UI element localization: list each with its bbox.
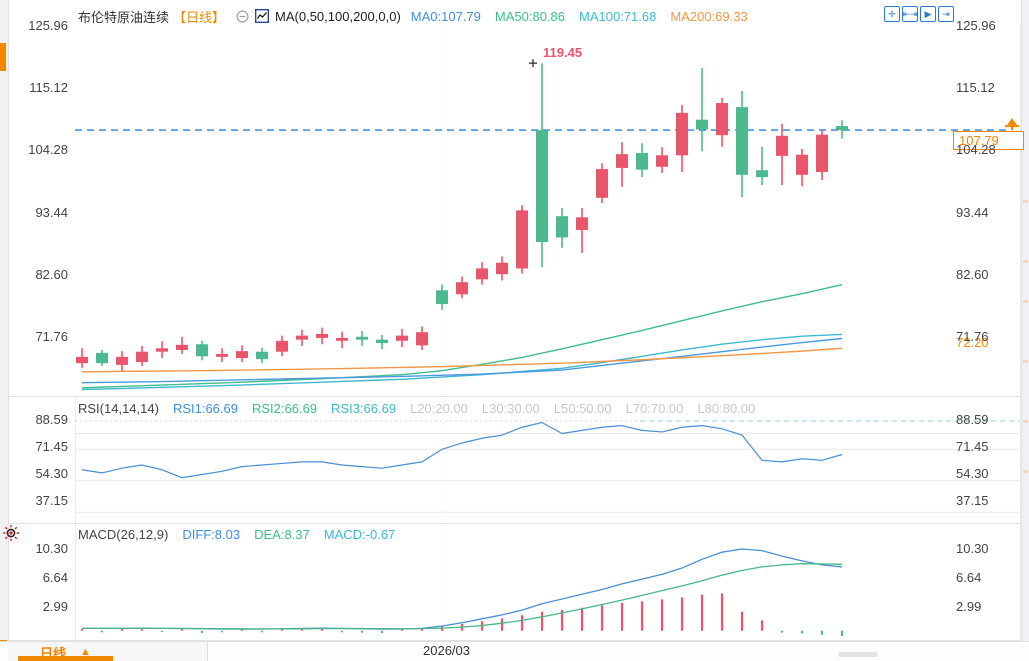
rsi-level[interactable]: L70:70.00	[626, 401, 684, 416]
rsi-level[interactable]: L30:30.00	[482, 401, 540, 416]
y-axis-label: 6.64	[10, 571, 68, 585]
y-axis-label: 88.59	[956, 413, 989, 427]
minimap-tick	[1023, 200, 1028, 203]
y-axis-label: 54.30	[956, 467, 989, 481]
minimap-tick	[1023, 260, 1028, 263]
rsi-levels: L20:20.00 L30:30.00 L50:50.00 L70:70.00 L80:…	[410, 401, 755, 416]
y-axis-label: 2.99	[10, 600, 68, 614]
ma-value[interactable]: MA100:71.68	[579, 9, 656, 24]
chart-canvas[interactable]	[0, 0, 1029, 661]
minimap-tick	[1023, 420, 1028, 423]
rsi-value[interactable]: RSI3:66.69	[331, 401, 396, 416]
y-axis-label: 82.60	[956, 268, 989, 282]
ma-value[interactable]: MA50:80.86	[495, 9, 565, 24]
left-scrollbar[interactable]	[0, 0, 9, 661]
ma-formula[interactable]: MA(0,50,100,200,0,0)	[275, 9, 401, 24]
y-axis-label: 10.30	[10, 542, 68, 556]
chart-toolbar: ✛⇤⇥▶⇥	[884, 6, 954, 22]
fit-horizontal-icon[interactable]: ⇤⇥	[902, 6, 918, 22]
left-scrollbar-thumb[interactable]	[0, 43, 6, 71]
ma-values: MA0:107.79 MA50:80.86 MA100:71.68 MA200:69.…	[411, 9, 748, 24]
rsi-title[interactable]: RSI(14,14,14)	[78, 401, 159, 416]
period-active-underline	[18, 656, 113, 661]
macd-title[interactable]: MACD(26,12,9)	[78, 527, 168, 542]
y-axis-label: 6.64	[956, 571, 981, 585]
y-axis-label: 37.15	[956, 494, 989, 508]
y-axis-label: 37.15	[10, 494, 68, 508]
minimap-tick	[1023, 470, 1028, 473]
y-axis-label: 54.30	[10, 467, 68, 481]
macd-values: DIFF:8.03 DEA:8.37 MACD:-0.67	[182, 527, 395, 542]
scroll-play-icon[interactable]: ▶	[920, 6, 936, 22]
chart-style-icon[interactable]	[255, 9, 269, 23]
indicator-settings-icon[interactable]	[2, 524, 20, 542]
y-axis-label: 71.45	[10, 440, 68, 454]
y-axis-label: 93.44	[956, 206, 989, 220]
y-axis-label: 104.28	[10, 143, 68, 157]
rsi-value[interactable]: RSI1:66.69	[173, 401, 238, 416]
y-axis-label: 82.60	[10, 268, 68, 282]
ma-value[interactable]: MA0:107.79	[411, 9, 481, 24]
horizontal-scrollbar-thumb[interactable]	[838, 652, 878, 657]
y-axis-label: 104.28	[956, 143, 996, 157]
symbol-name[interactable]: 布伦特原油连续	[78, 7, 169, 26]
y-axis-label: 71.76	[956, 330, 989, 344]
y-axis-label: 71.76	[10, 330, 68, 344]
y-axis-label: 71.45	[956, 440, 989, 454]
right-scrollbar[interactable]	[1021, 0, 1029, 661]
crosshair-pan-icon[interactable]: ✛	[884, 6, 900, 22]
rsi-header: RSI(14,14,14) RSI1:66.69 RSI2:66.69 RSI3:6…	[78, 401, 755, 416]
macd-value[interactable]: DIFF:8.03	[182, 527, 240, 542]
ma-value[interactable]: MA200:69.33	[670, 9, 747, 24]
macd-header: MACD(26,12,9) DIFF:8.03 DEA:8.37 MACD:-0.6…	[78, 527, 395, 542]
chart-header: 布伦特原油连续 【日线】 MA(0,50,100,200,0,0) MA0:10…	[78, 7, 748, 25]
y-axis-label: 2.99	[956, 600, 981, 614]
rsi-values: RSI1:66.69 RSI2:66.69 RSI3:66.69	[173, 401, 396, 416]
y-axis-label: 93.44	[10, 206, 68, 220]
y-axis-label: 125.96	[10, 19, 68, 33]
rsi-level[interactable]: L20:20.00	[410, 401, 468, 416]
y-axis-label: 88.59	[10, 413, 68, 427]
high-price-annotation: 119.45	[543, 45, 582, 60]
date-axis-bar: 日线 ▲	[0, 641, 1029, 661]
rsi-level[interactable]: L50:50.00	[554, 401, 612, 416]
collapse-icon[interactable]	[235, 9, 249, 23]
y-axis-label: 115.12	[10, 81, 68, 95]
y-axis-label: 115.12	[956, 81, 995, 95]
rsi-level[interactable]: L80:80.00	[697, 401, 755, 416]
macd-value[interactable]: DEA:8.37	[254, 527, 310, 542]
rsi-value[interactable]: RSI2:66.69	[252, 401, 317, 416]
y-axis-label: 125.96	[956, 19, 996, 33]
trading-chart-app: { "header": { "symbol": "布伦特原油连续", "peri…	[0, 0, 1029, 661]
macd-value[interactable]: MACD:-0.67	[324, 527, 396, 542]
period-tag[interactable]: 【日线】	[173, 7, 225, 26]
x-axis-date-label: 2026/03	[423, 643, 470, 658]
minimap-tick	[1023, 300, 1028, 303]
y-axis-label: 10.30	[956, 542, 989, 556]
minimap-tick	[1023, 360, 1028, 363]
shift-right-icon[interactable]: ⇥	[938, 6, 954, 22]
